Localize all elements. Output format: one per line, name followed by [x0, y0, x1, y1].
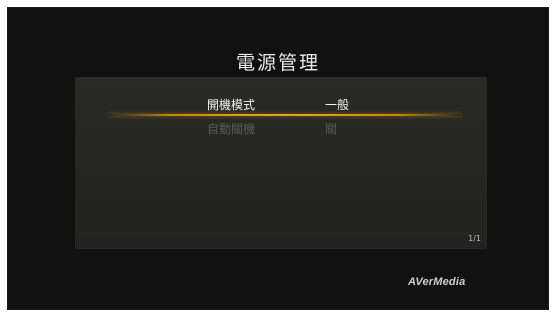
menu-item-boot-mode[interactable]: 開機模式 一般	[75, 94, 487, 114]
menu-item-auto-power-off[interactable]: 自動關機 關	[75, 118, 487, 138]
brand-logo: AVerMedia	[408, 276, 466, 288]
page-indicator: 1/1	[468, 234, 481, 243]
menu-item-value: 關	[325, 122, 338, 136]
menu-item-label: 開機模式	[206, 98, 255, 112]
menu-panel: 開機模式 一般 自動關機 關 1/1	[75, 77, 487, 249]
selection-highlight	[109, 114, 461, 116]
screen-title: 電源管理	[235, 52, 320, 74]
tv-screen: 電源管理 開機模式 一般 自動關機 關 1/1 AVerMedia	[8, 8, 548, 309]
menu-item-value: 一般	[325, 98, 350, 112]
menu-item-label: 自動關機	[206, 122, 255, 136]
